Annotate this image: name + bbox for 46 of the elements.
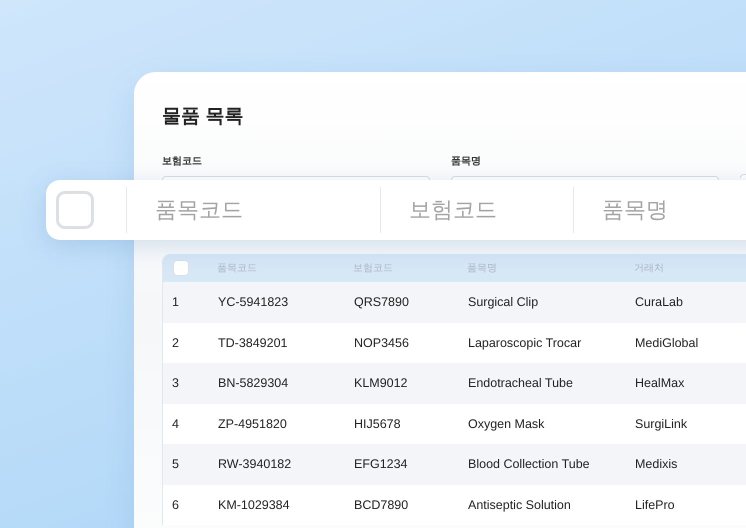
table-cell-text: CuraLab (634, 295, 684, 310)
table-row[interactable]: 3 BN-5829304 KLM9012 Endotracheal Tube HealMax (163, 363, 746, 404)
table-cell-text: BCD7890 (353, 498, 410, 512)
row-number: 3 (171, 376, 180, 390)
table-row[interactable]: 4 ZP-4951820 HIJ5678 Oxygen Mask SurgiLink (163, 404, 746, 444)
table-cell-text: KLM9012 (353, 376, 409, 390)
table-cell-text: NOP3456 (353, 336, 410, 350)
table-cell-text: MediGlobal (634, 336, 700, 350)
row-number: 5 (171, 457, 180, 472)
table-cell-text: YC-5941823 (217, 295, 290, 310)
page-title: 물품 목록 (162, 105, 244, 129)
input-field[interactable] (162, 176, 430, 180)
table-cell-text: Laparoscopic Trocar (467, 336, 582, 350)
row-number: 4 (171, 416, 180, 431)
row-number: 1 (171, 295, 180, 310)
table-cell-text: Blood Collection Tube (467, 457, 591, 472)
row-number: 6 (171, 498, 180, 512)
filter-label: 품목명 (451, 155, 482, 168)
table-cell-text: HIJ5678 (353, 416, 402, 431)
table-cell-text: EFG1234 (353, 457, 409, 472)
table-cell-text: Oxygen Mask (467, 416, 546, 431)
row-number: 2 (171, 336, 180, 350)
table-cell-text: QRS7890 (353, 295, 410, 310)
filter-label: 보험코드 (162, 155, 203, 168)
table-row[interactable]: 2 TD-3849201 NOP3456 Laparoscopic Trocar MediGlobal (163, 322, 746, 363)
table-cell-text: Surgical Clip (467, 295, 540, 310)
table-cell-text: BN-5829304 (217, 376, 290, 390)
checkbox[interactable] (173, 260, 189, 276)
column-header: 보험코드 (409, 196, 497, 224)
table-cell-text: RW-3940182 (217, 457, 292, 472)
column-header: 품목명 (602, 196, 668, 224)
column-header: 품목코드 (155, 196, 243, 224)
table-row[interactable]: 6 KM-1029384 BCD7890 Antiseptic Solution LifePro (163, 484, 746, 525)
input-field[interactable] (451, 176, 719, 180)
table-cell-text: Endotracheal Tube (467, 376, 574, 390)
table-row[interactable]: 1 YC-5941823 QRS7890 Surgical Clip CuraLab (163, 282, 746, 322)
table-cell-text: SurgiLink (634, 416, 688, 431)
checkbox[interactable] (56, 191, 94, 229)
table-cell-text: KM-1029384 (217, 498, 291, 512)
table-cell-text: TD-3849201 (217, 336, 288, 350)
table-cell-text: ZP-4951820 (217, 416, 288, 431)
table-cell-text: HealMax (634, 376, 686, 390)
table-cell-text: Medixis (634, 457, 678, 472)
table-cell-text: LifePro (634, 498, 676, 512)
table-row[interactable]: 5 RW-3940182 EFG1234 Blood Collection Tube Medixis (163, 444, 746, 484)
table-cell-text: Antiseptic Solution (467, 498, 572, 512)
